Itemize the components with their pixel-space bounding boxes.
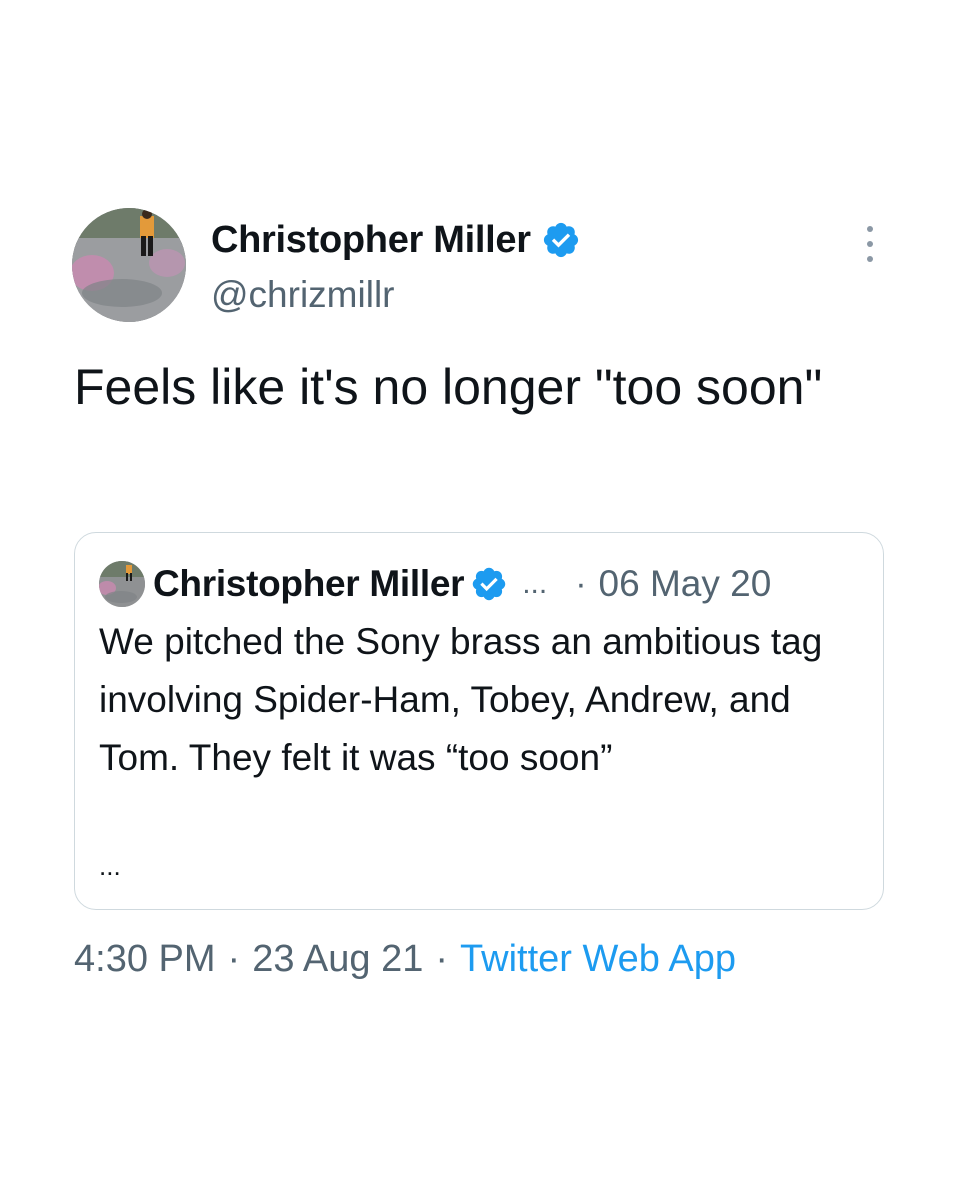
quoted-separator: · — [575, 565, 587, 603]
meta-separator: · — [435, 938, 449, 980]
more-dot — [867, 226, 873, 232]
tweet-source-link[interactable]: Twitter Web App — [460, 938, 736, 980]
tweet: Christopher Miller @chrizmillr Feels lik… — [0, 0, 960, 1200]
verified-badge-icon — [543, 222, 578, 258]
quoted-tweet-header: Christopher Miller ... · 06 May 20 — [99, 559, 771, 609]
quoted-avatar-photo — [99, 561, 145, 607]
quoted-date: 06 May 20 — [598, 563, 772, 604]
tweet-text: Feels like it's no longer "too soon" — [74, 359, 823, 415]
quoted-verified-badge-icon — [472, 567, 506, 601]
quoted-author-avatar — [99, 561, 145, 607]
quoted-handle-truncated: ... — [522, 567, 548, 600]
tweet-date[interactable]: 23 Aug 21 — [252, 938, 423, 980]
tweet-time[interactable]: 4:30 PM — [74, 938, 216, 980]
quoted-tweet-text: We pitched the Sony brass an ambitious t… — [99, 621, 823, 778]
more-vertical-icon[interactable] — [858, 226, 882, 262]
author-name-row: Christopher Miller — [211, 215, 581, 265]
avatar-photo — [72, 208, 186, 322]
author-avatar[interactable] — [72, 208, 186, 322]
author-display-name[interactable]: Christopher Miller — [211, 215, 531, 265]
tweet-meta: 4:30 PM · 23 Aug 21 · Twitter Web App — [74, 934, 736, 984]
author-handle[interactable]: @chrizmillr — [211, 270, 394, 320]
quoted-tweet-card[interactable]: Christopher Miller ... · 06 May 20 We pi… — [74, 532, 884, 910]
more-dot — [867, 256, 873, 262]
more-dot — [867, 241, 873, 247]
quoted-author-name: Christopher Miller — [153, 563, 465, 604]
meta-separator: · — [227, 938, 241, 980]
quoted-tweet-more: ... — [99, 851, 121, 881]
